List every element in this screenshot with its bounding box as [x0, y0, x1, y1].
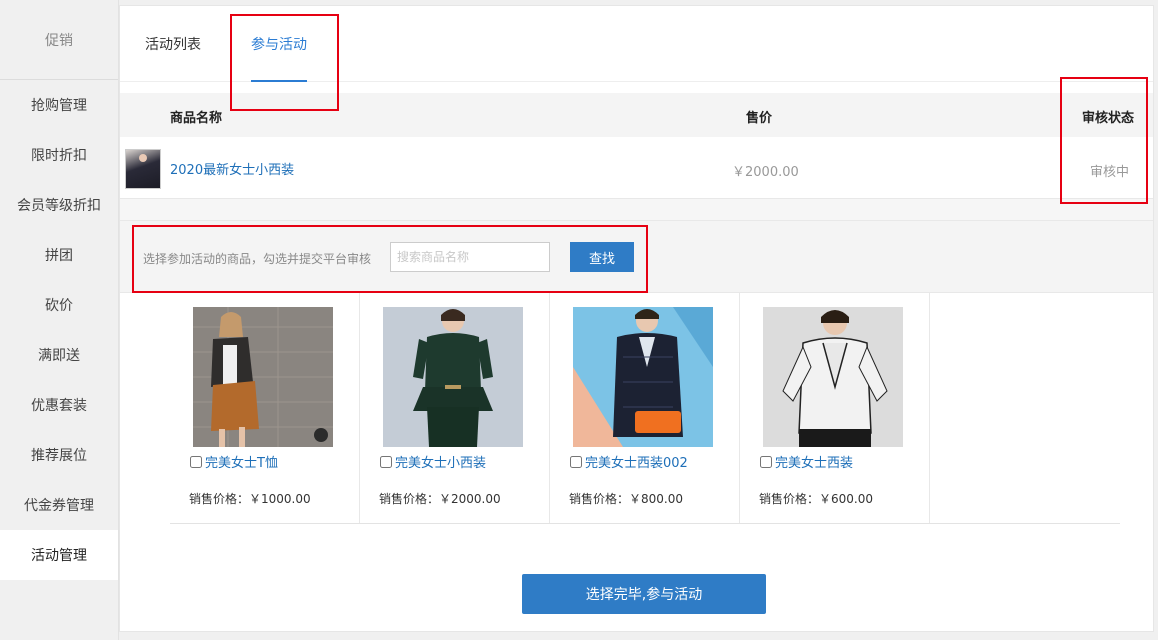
sidebar-item-limited-discount[interactable]: 限时折扣	[0, 130, 118, 180]
column-header-status: 审核状态	[1082, 111, 1135, 126]
tab-activity-list[interactable]: 活动列表	[145, 34, 201, 54]
product-image	[763, 307, 903, 447]
product-name[interactable]: 完美女士小西装	[380, 452, 486, 471]
product-name[interactable]: 完美女士T恤	[190, 452, 278, 471]
sidebar-item-member-discount[interactable]: 会员等级折扣	[0, 180, 118, 230]
status-badge: 审核中	[1090, 165, 1130, 180]
product-grid: 完美女士T恤 销售价格：￥1000.00 完美女士小西装 销售价格：￥2000.…	[170, 293, 930, 523]
audit-table-header: 商品名称 售价 审核状态	[120, 93, 1153, 137]
sidebar-item-full-gift[interactable]: 满即送	[0, 330, 118, 380]
sidebar: 促销 抢购管理 限时折扣 会员等级折扣 拼团 砍价 满即送 优惠套装 推荐展位 …	[0, 0, 119, 640]
search-input[interactable]	[390, 242, 550, 272]
product-card: 完美女士小西装 销售价格：￥2000.00	[360, 293, 550, 523]
sidebar-item-bundle[interactable]: 优惠套装	[0, 380, 118, 430]
sidebar-item-group-buy[interactable]: 拼团	[0, 230, 118, 280]
submit-join-activity-button[interactable]: 选择完毕,参与活动	[522, 574, 766, 614]
sidebar-menu: 抢购管理 限时折扣 会员等级折扣 拼团 砍价 满即送 优惠套装 推荐展位 代金券…	[0, 80, 118, 580]
product-checkbox[interactable]	[190, 455, 202, 468]
search-button[interactable]: 查找	[570, 242, 634, 272]
product-image	[193, 307, 333, 447]
product-sale-price: 销售价格：￥2000.00	[379, 492, 501, 506]
product-name[interactable]: 完美女士西装002	[570, 452, 688, 471]
product-image	[383, 307, 523, 447]
sidebar-item-recommend-slot[interactable]: 推荐展位	[0, 430, 118, 480]
product-sale-price: 销售价格：￥800.00	[569, 492, 683, 506]
main-panel: 活动列表 参与活动 商品名称 售价 审核状态 2020最新女士小西装 ￥2000…	[119, 5, 1154, 632]
product-name-label[interactable]: 完美女士西装002	[585, 452, 688, 471]
sidebar-item-voucher[interactable]: 代金券管理	[0, 480, 118, 530]
tab-active-indicator	[251, 80, 307, 82]
product-price: ￥2000.00	[732, 165, 799, 180]
product-sale-price: 销售价格：￥1000.00	[189, 492, 311, 506]
product-thumbnail	[125, 149, 161, 189]
product-name-label[interactable]: 完美女士T恤	[205, 452, 278, 471]
product-checkbox[interactable]	[380, 455, 392, 468]
product-name-label[interactable]: 完美女士小西装	[395, 452, 486, 471]
tab-join-activity[interactable]: 参与活动	[251, 34, 307, 54]
product-card: 完美女士西装002 销售价格：￥800.00	[550, 293, 740, 523]
sidebar-header: 促销	[0, 0, 118, 80]
product-checkbox[interactable]	[760, 455, 772, 468]
table-row: 2020最新女士小西装 ￥2000.00 审核中	[120, 137, 1153, 199]
tab-bar: 活动列表 参与活动	[120, 6, 1153, 82]
product-card: 完美女士西装 销售价格：￥600.00	[740, 293, 930, 523]
product-grid-divider	[170, 523, 1120, 524]
column-header-name: 商品名称	[170, 111, 223, 126]
product-image	[573, 307, 713, 447]
product-sale-price: 销售价格：￥600.00	[759, 492, 873, 506]
search-hint: 选择参加活动的商品，勾选并提交平台审核	[143, 252, 372, 266]
product-checkbox[interactable]	[570, 455, 582, 468]
sidebar-item-activity-manage[interactable]: 活动管理	[0, 530, 118, 580]
section-divider	[120, 199, 1153, 221]
sidebar-item-flash-sale[interactable]: 抢购管理	[0, 80, 118, 130]
column-header-price: 售价	[746, 111, 773, 126]
product-name[interactable]: 完美女士西装	[760, 452, 853, 471]
product-name-label[interactable]: 完美女士西装	[775, 452, 853, 471]
search-bar: 选择参加活动的商品，勾选并提交平台审核 查找	[120, 221, 1153, 293]
product-card: 完美女士T恤 销售价格：￥1000.00	[170, 293, 360, 523]
product-name-link[interactable]: 2020最新女士小西装	[170, 159, 294, 178]
sidebar-item-bargain[interactable]: 砍价	[0, 280, 118, 330]
